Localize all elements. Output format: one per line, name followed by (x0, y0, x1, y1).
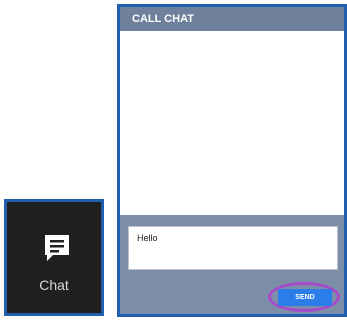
message-input[interactable]: Hello (128, 226, 338, 270)
panel-title: CALL CHAT (120, 7, 344, 31)
send-button[interactable]: SEND (278, 289, 332, 306)
call-chat-panel: CALL CHAT Hello SEND (117, 4, 347, 317)
chat-bubble-icon (45, 235, 69, 261)
chat-launcher-button[interactable]: Chat (4, 199, 104, 316)
chat-launcher-label: Chat (39, 277, 69, 293)
chat-messages-area[interactable] (120, 31, 344, 215)
